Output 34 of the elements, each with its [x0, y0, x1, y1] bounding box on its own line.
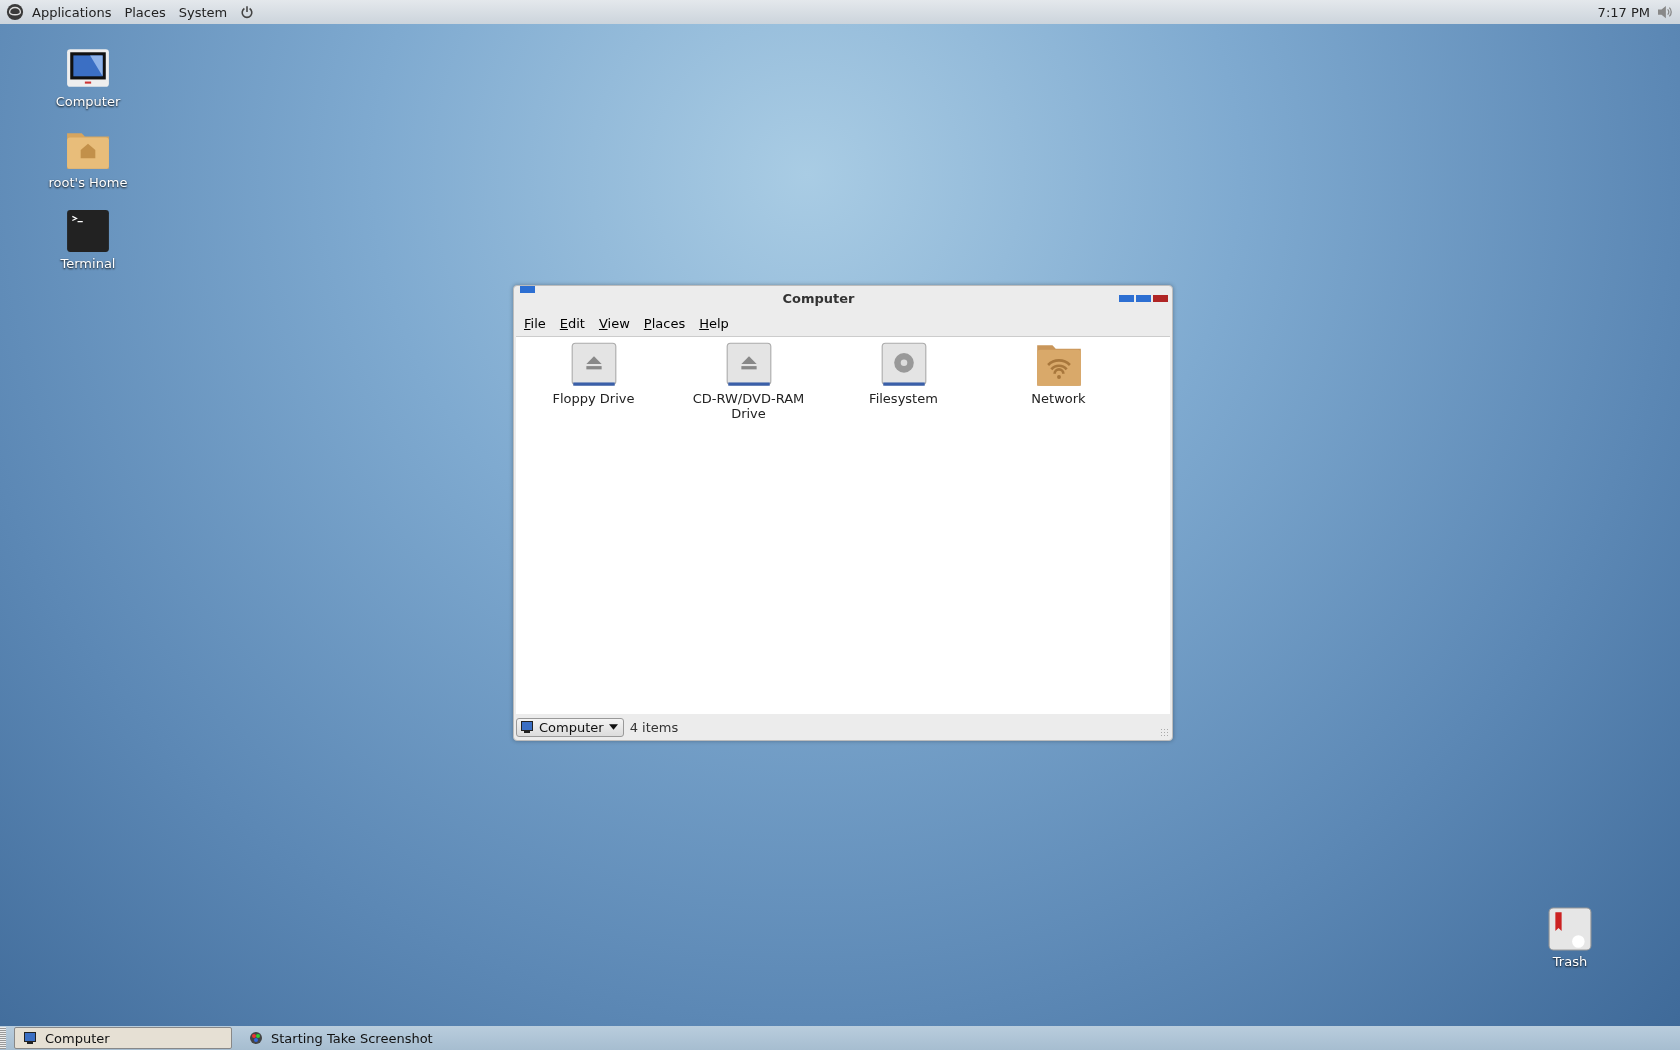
panel-menu[interactable]: Places	[124, 4, 166, 20]
panel-handle[interactable]	[0, 1027, 6, 1049]
monitor-icon	[23, 1031, 37, 1045]
menu-item[interactable]: Places	[643, 315, 686, 331]
caret-icon	[608, 724, 618, 730]
volume-icon[interactable]	[1656, 5, 1674, 19]
aperture-icon	[249, 1031, 263, 1045]
item-count: 4 items	[629, 719, 680, 735]
terminal-icon[interactable]	[65, 208, 111, 254]
file-icon-label[interactable]: Network	[998, 391, 1119, 406]
eject-drive-icon[interactable]	[724, 341, 773, 389]
distro-logo-icon[interactable]	[6, 3, 24, 21]
menu-item[interactable]: View	[598, 315, 630, 331]
window-title: Computer	[781, 290, 856, 306]
taskbar-button[interactable]: Computer	[14, 1027, 232, 1049]
file-icon-label[interactable]: Filesystem	[843, 391, 964, 406]
monitor-icon	[520, 720, 534, 734]
menu-item[interactable]: Edit	[559, 315, 585, 331]
trash-icon[interactable]	[1547, 906, 1593, 952]
menu-item[interactable]: Help	[699, 315, 729, 331]
panel-menu[interactable]: Applications	[32, 4, 112, 20]
maximize-button[interactable]	[1136, 294, 1151, 302]
file-icon-label[interactable]: Floppy Drive	[533, 391, 654, 406]
location-dropdown[interactable]: Computer	[516, 717, 624, 737]
clock[interactable]: 7:17 PM	[1597, 4, 1650, 20]
file-icon-label[interactable]: CD-RW/DVD-RAM Drive	[688, 391, 809, 421]
desktop-icon-label[interactable]: Trash	[1552, 954, 1588, 969]
taskbar-button[interactable]: Starting Take Screenshot	[240, 1027, 458, 1049]
eject-drive-icon[interactable]	[569, 341, 618, 389]
menu-item[interactable]: File	[524, 315, 546, 331]
minimize-button[interactable]	[1119, 294, 1134, 302]
panel-menu[interactable]: System	[178, 4, 228, 20]
close-button[interactable]	[1153, 294, 1168, 302]
power-icon[interactable]	[240, 5, 255, 19]
